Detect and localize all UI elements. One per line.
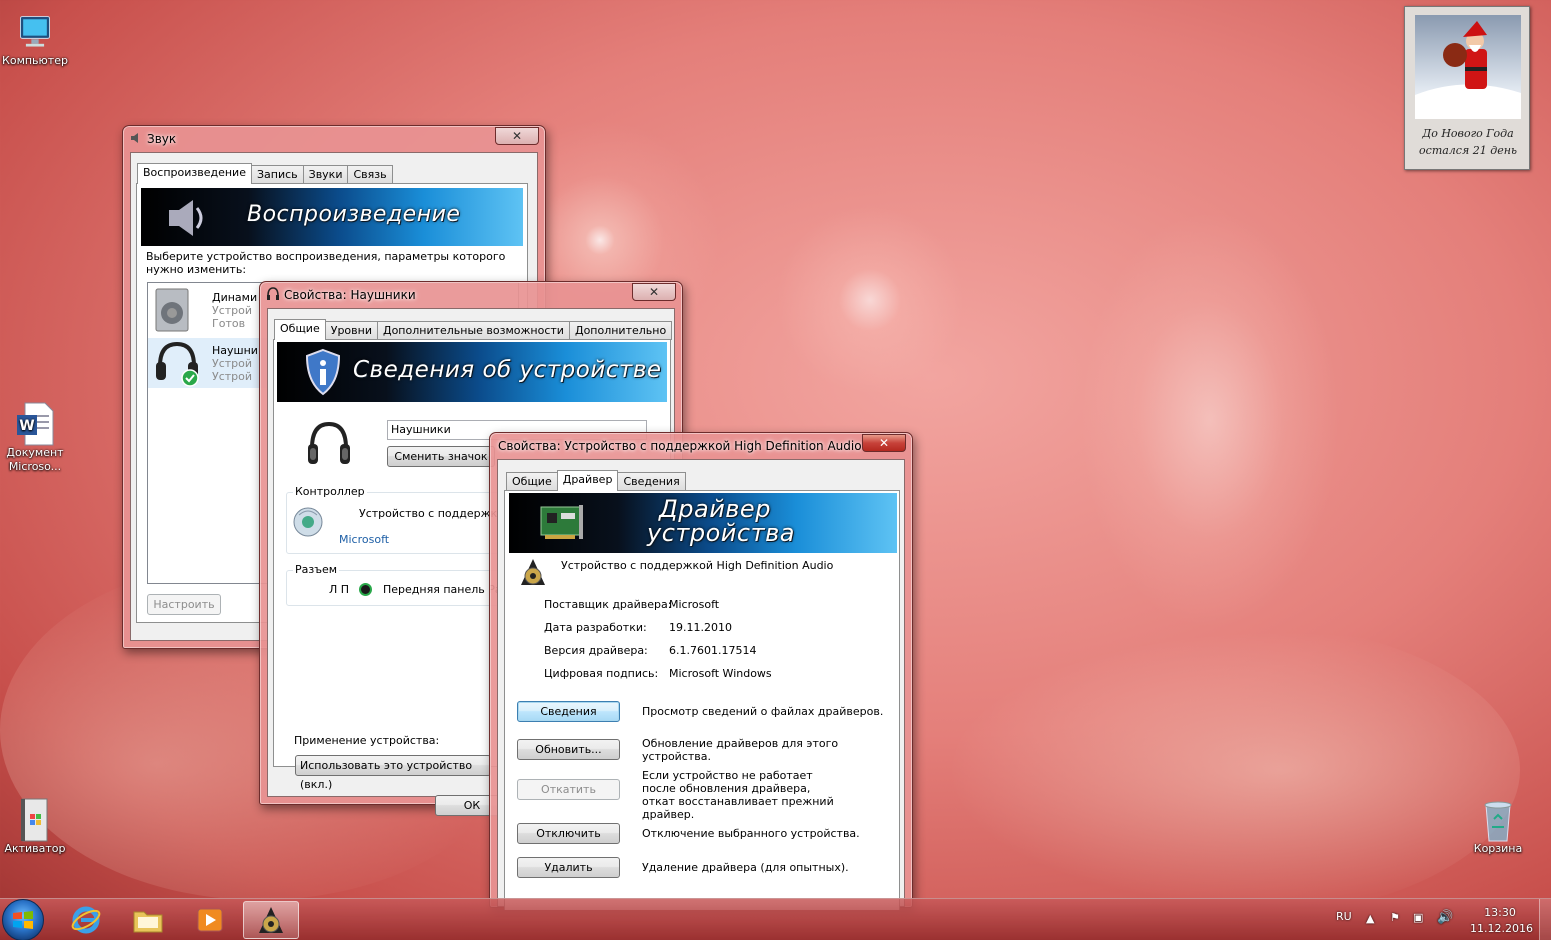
window-title: Звук [147, 132, 177, 146]
close-button[interactable]: ✕ [632, 283, 676, 301]
folder-icon [133, 911, 163, 933]
tab-communications[interactable]: Связь [347, 165, 393, 184]
sound-device-icon [259, 907, 283, 933]
windows-logo-icon [13, 911, 33, 929]
driver-client-area: Общие Драйвер Сведения Драйвер устройств… [497, 459, 905, 910]
sound-tabs: Воспроизведение Запись Звуки Связь [137, 163, 393, 184]
instruction-text: Выберите устройство воспроизведения, пар… [146, 250, 506, 276]
uninstall-driver-button[interactable]: Удалить [517, 857, 620, 878]
sound-titlebar[interactable]: Звук [123, 126, 545, 152]
rollback-driver-button[interactable]: Откатить [517, 779, 620, 800]
jack-green-icon [359, 583, 372, 596]
start-button[interactable] [2, 899, 44, 940]
driver-properties-window[interactable]: Свойства: Устройство с поддержкой High D… [489, 432, 913, 910]
tab-sounds[interactable]: Звуки [302, 165, 349, 184]
driver-banner: Драйвер устройства [509, 493, 897, 553]
vendor-link[interactable]: Microsoft [339, 533, 389, 546]
action-center-flag-icon[interactable]: ⚑ [1390, 911, 1400, 924]
clock-time: 13:30 [1484, 906, 1516, 919]
speaker-banner-icon [169, 200, 203, 236]
activator-box-icon [15, 798, 55, 842]
tab-general[interactable]: Общие [274, 319, 326, 340]
taskbar-internet-explorer[interactable] [58, 901, 114, 939]
driver-titlebar[interactable]: Свойства: Устройство с поддержкой High D… [490, 433, 912, 459]
change-icon-button[interactable]: Сменить значок [387, 446, 495, 467]
recycle-bin-icon [1478, 800, 1518, 842]
close-button[interactable]: ✕ [862, 434, 906, 452]
driver-version-value: 6.1.7601.17514 [669, 644, 757, 657]
taskbar-explorer[interactable] [120, 901, 176, 939]
banner-title-line1: Драйвер [659, 495, 771, 523]
speaker-icon [129, 131, 143, 148]
headphones-large-icon[interactable] [304, 418, 354, 470]
banner-title: Воспроизведение [247, 202, 461, 227]
banner-title-line2: устройства [647, 519, 795, 547]
wallpaper-firework [1080, 210, 1340, 630]
usage-label: Применение устройства: [294, 734, 440, 747]
show-hidden-icons-icon[interactable]: ▲ [1366, 912, 1374, 925]
gadget-text: До Нового Года остался 21 день [1419, 127, 1517, 157]
sound-card-icon [540, 505, 583, 539]
clock[interactable]: 13:30 11.12.2016 [1470, 905, 1533, 937]
headphones-device-icon [156, 341, 199, 387]
computer-icon [15, 12, 55, 52]
tab-recording[interactable]: Запись [250, 165, 304, 184]
update-driver-button[interactable]: Обновить... [517, 739, 620, 760]
playback-banner: Воспроизведение [141, 188, 523, 246]
tab-playback[interactable]: Воспроизведение [137, 163, 252, 184]
volume-icon[interactable]: 🔊 [1437, 910, 1453, 925]
headphones-icon [266, 286, 280, 304]
desktop-icon-recycle-bin[interactable]: Корзина [1460, 800, 1536, 855]
tab-advanced[interactable]: Дополнительно [568, 321, 673, 340]
desktop-icon-document[interactable]: W Документ Microso... [0, 402, 73, 474]
media-player-icon [197, 908, 223, 932]
tab-enhancements[interactable]: Дополнительные возможности [376, 321, 570, 340]
wallpaper-firework [760, 190, 980, 410]
svg-text:W: W [19, 418, 34, 434]
tab-levels[interactable]: Уровни [324, 321, 378, 340]
device-info-banner: Сведения об устройстве [277, 342, 667, 402]
usage-select[interactable]: Использовать это устройство (вкл.) [295, 755, 491, 791]
digital-signature-value: Microsoft Windows [669, 667, 772, 680]
taskbar-media-player[interactable] [182, 901, 238, 939]
countdown-gadget[interactable]: До Нового Года остался 21 день [1404, 6, 1530, 170]
driver-panel: Драйвер устройства Устройство с поддержк… [504, 490, 900, 910]
audio-device-icon [521, 559, 545, 585]
taskbar-sound-settings[interactable] [243, 901, 299, 939]
device-name: Устройство с поддержкой High Definition … [561, 559, 834, 572]
close-button[interactable]: ✕ [495, 127, 539, 145]
driver-provider-value: Microsoft [669, 598, 720, 611]
network-icon[interactable]: ▣ [1413, 911, 1423, 924]
language-indicator[interactable]: RU [1336, 910, 1352, 923]
clock-date: 11.12.2016 [1470, 922, 1533, 935]
driver-tabs: Общие Драйвер Сведения [506, 470, 686, 491]
headphones-tabs: Общие Уровни Дополнительные возможности … [274, 319, 673, 340]
banner-title: Сведения об устройстве [353, 357, 662, 383]
window-title: Свойства: Устройство с поддержкой High D… [498, 439, 862, 453]
wallpaper-firework [920, 620, 1520, 920]
show-desktop-button[interactable] [1539, 899, 1551, 940]
taskbar: RU ▲ ⚑ ▣ 🔊 13:30 11.12.2016 [0, 898, 1551, 940]
tab-general[interactable]: Общие [506, 472, 558, 491]
internet-explorer-icon [71, 906, 101, 934]
configure-button[interactable]: Настроить [147, 594, 221, 615]
driver-details-button[interactable]: Сведения [517, 701, 620, 722]
headphones-titlebar[interactable]: Свойства: Наушники [260, 282, 682, 308]
desktop-icon-activator[interactable]: Активатор [0, 798, 73, 855]
driver-date-value: 19.11.2010 [669, 621, 732, 634]
audio-controller-icon [293, 507, 323, 537]
santa-image [1415, 15, 1521, 119]
shield-icon [305, 348, 341, 396]
word-document-icon: W [15, 402, 55, 446]
disable-device-button[interactable]: Отключить [517, 823, 620, 844]
speaker-device-icon [155, 288, 189, 332]
tab-driver[interactable]: Драйвер [556, 470, 619, 491]
tab-details[interactable]: Сведения [617, 472, 686, 491]
desktop-icon-computer[interactable]: Компьютер [0, 12, 73, 67]
window-title: Свойства: Наушники [284, 288, 416, 302]
